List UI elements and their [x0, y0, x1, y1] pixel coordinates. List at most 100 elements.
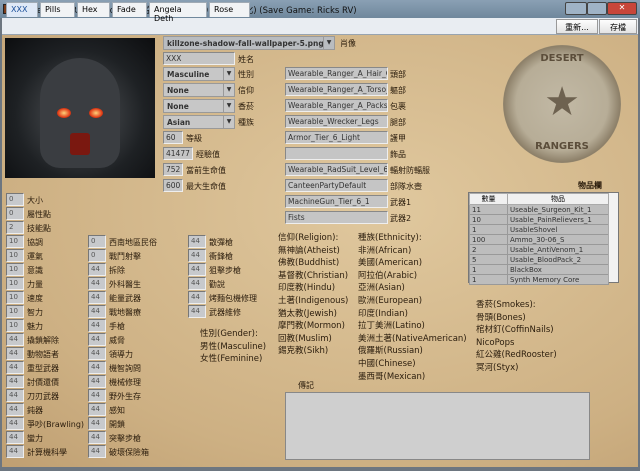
tab-xxx[interactable]: XXX	[6, 2, 38, 17]
inventory-row[interactable]: 10 Usable_PainRelievers_1	[469, 214, 609, 225]
stat-input[interactable]: 44	[88, 333, 106, 346]
stat-input[interactable]: 10	[6, 263, 24, 276]
portrait-label: 肖像	[340, 39, 356, 48]
reference-line: 男性(Masculine)	[200, 341, 267, 352]
level-field-1[interactable]: 41477	[163, 147, 193, 160]
stat-input[interactable]: 0	[88, 235, 106, 248]
level-field-2[interactable]: 752	[163, 163, 183, 176]
select-3[interactable]: Asian ▼	[163, 115, 235, 129]
equipment-field[interactable]: Wearable_Ranger_A_Hair_C	[285, 67, 388, 80]
stat-input[interactable]: 44	[6, 417, 24, 430]
stat-input[interactable]: 44	[88, 347, 106, 360]
equipment-field[interactable]: Wearable_Ranger_A_Torso_E	[285, 83, 388, 96]
stat-input[interactable]: 10	[6, 319, 24, 332]
reload-button[interactable]: 重新...	[556, 19, 598, 34]
reference-line: 無神論(Atheist)	[278, 245, 340, 256]
stat-label: 散彈槍	[209, 238, 233, 247]
level-field-3[interactable]: 600	[163, 179, 183, 192]
close-button[interactable]: ✕	[607, 2, 637, 15]
stat-input[interactable]: 44	[88, 445, 106, 458]
stat-input[interactable]: 44	[6, 403, 24, 416]
level-label: 當前生命值	[186, 166, 226, 175]
stat-input[interactable]: 44	[88, 291, 106, 304]
stat-label: 機械修理	[109, 378, 141, 387]
stat-input[interactable]: 44	[88, 375, 106, 388]
stat-label: 運氣	[27, 252, 43, 261]
inventory-row[interactable]: 100 Ammo_30-06_S	[469, 234, 609, 245]
minimize-button[interactable]	[565, 2, 587, 15]
stat-input[interactable]: 44	[88, 389, 106, 402]
maximize-button[interactable]	[587, 2, 607, 15]
stat-input[interactable]: 44	[6, 347, 24, 360]
stat-input[interactable]: 44	[6, 375, 24, 388]
inventory-row[interactable]: 2 Usable_AntiVenom_1	[469, 244, 609, 255]
stat-input[interactable]: 44	[6, 445, 24, 458]
stat-input[interactable]: 44	[188, 249, 206, 262]
inventory-scrollbar[interactable]	[608, 193, 618, 282]
stat-input[interactable]: 0	[6, 207, 24, 220]
stat-input[interactable]: 44	[88, 277, 106, 290]
equipment-field[interactable]: MachineGun_Tier_6_1	[285, 195, 388, 208]
tab-pills[interactable]: Pills	[40, 2, 75, 17]
select-2[interactable]: None ▼	[163, 99, 235, 113]
stat-input[interactable]: 44	[88, 263, 106, 276]
reference-line: 拉丁美洲(Latino)	[358, 321, 425, 332]
stat-input[interactable]: 44	[88, 431, 106, 444]
stat-input[interactable]: 0	[88, 249, 106, 262]
stat-label: 技能點	[27, 224, 51, 233]
stat-input[interactable]: 44	[6, 361, 24, 374]
stat-input[interactable]: 44	[88, 361, 106, 374]
stat-input[interactable]: 44	[188, 263, 206, 276]
equipment-label: 護甲	[390, 134, 406, 143]
stat-input[interactable]: 44	[88, 305, 106, 318]
stat-input[interactable]: 44	[188, 305, 206, 318]
stat-input[interactable]: 10	[6, 305, 24, 318]
stat-input[interactable]: 10	[6, 249, 24, 262]
equipment-field[interactable]: Wearable_Ranger_A_Packs_C	[285, 99, 388, 112]
biography-textarea[interactable]	[285, 392, 590, 460]
inventory-row[interactable]: 11 Useable_Surgeon_Kit_1	[469, 204, 609, 215]
stat-input[interactable]: 44	[6, 431, 24, 444]
level-field-0[interactable]: 60	[163, 131, 183, 144]
col-item: 物品	[507, 193, 609, 205]
inventory-row[interactable]: 1 UsableShovel	[469, 224, 609, 235]
stat-input[interactable]: 10	[6, 277, 24, 290]
stat-input[interactable]: 44	[188, 235, 206, 248]
tab-rose[interactable]: Rose	[209, 2, 250, 17]
stat-input[interactable]: 44	[188, 291, 206, 304]
stat-input[interactable]: 2	[6, 221, 24, 234]
stat-label: 智力	[27, 308, 43, 317]
portrait-select[interactable]: killzone-shadow-fall-wallpaper-5.png ▼	[163, 36, 335, 50]
tab-angela-deth[interactable]: Angela Deth	[149, 2, 207, 23]
inventory-row[interactable]: 5 Usable_BloodPack_2	[469, 254, 609, 265]
stat-input[interactable]: 10	[6, 291, 24, 304]
stat-input[interactable]: 10	[6, 235, 24, 248]
tab-fade[interactable]: Fade	[112, 2, 147, 17]
inventory-row[interactable]: 1 Synth Memory Core	[469, 274, 609, 285]
equipment-field[interactable]	[285, 147, 388, 160]
name-input[interactable]: XXX	[163, 52, 235, 65]
equipment-field[interactable]: Wearable_RadSuit_Level_6	[285, 163, 388, 176]
tab-hex[interactable]: Hex	[77, 2, 110, 17]
stat-label: 拆除	[109, 266, 125, 275]
equipment-field[interactable]: Wearable_Wrecker_Legs	[285, 115, 388, 128]
stat-input[interactable]: 44	[188, 277, 206, 290]
equipment-field[interactable]: Fists	[285, 211, 388, 224]
reference-line: 女性(Feminine)	[200, 354, 263, 365]
item-name: Synth Memory Core	[507, 274, 609, 285]
item-quantity: 1	[469, 224, 508, 235]
inventory-row[interactable]: 1 BlackBox	[469, 264, 609, 275]
select-1[interactable]: None ▼	[163, 83, 235, 97]
select-0[interactable]: Masculine ▼	[163, 67, 235, 81]
equipment-field[interactable]: Armor_Tier_6_Light	[285, 131, 388, 144]
stat-input[interactable]: 44	[6, 333, 24, 346]
reference-line: 冥河(Styx)	[476, 362, 519, 373]
stat-input[interactable]: 0	[6, 193, 24, 206]
save-button[interactable]: 存檔	[599, 19, 637, 34]
stat-input[interactable]: 44	[88, 403, 106, 416]
equipment-label: 軀部	[390, 86, 406, 95]
equipment-field[interactable]: CanteenPartyDefault	[285, 179, 388, 192]
stat-input[interactable]: 44	[88, 417, 106, 430]
stat-input[interactable]: 44	[6, 389, 24, 402]
stat-input[interactable]: 44	[88, 319, 106, 332]
